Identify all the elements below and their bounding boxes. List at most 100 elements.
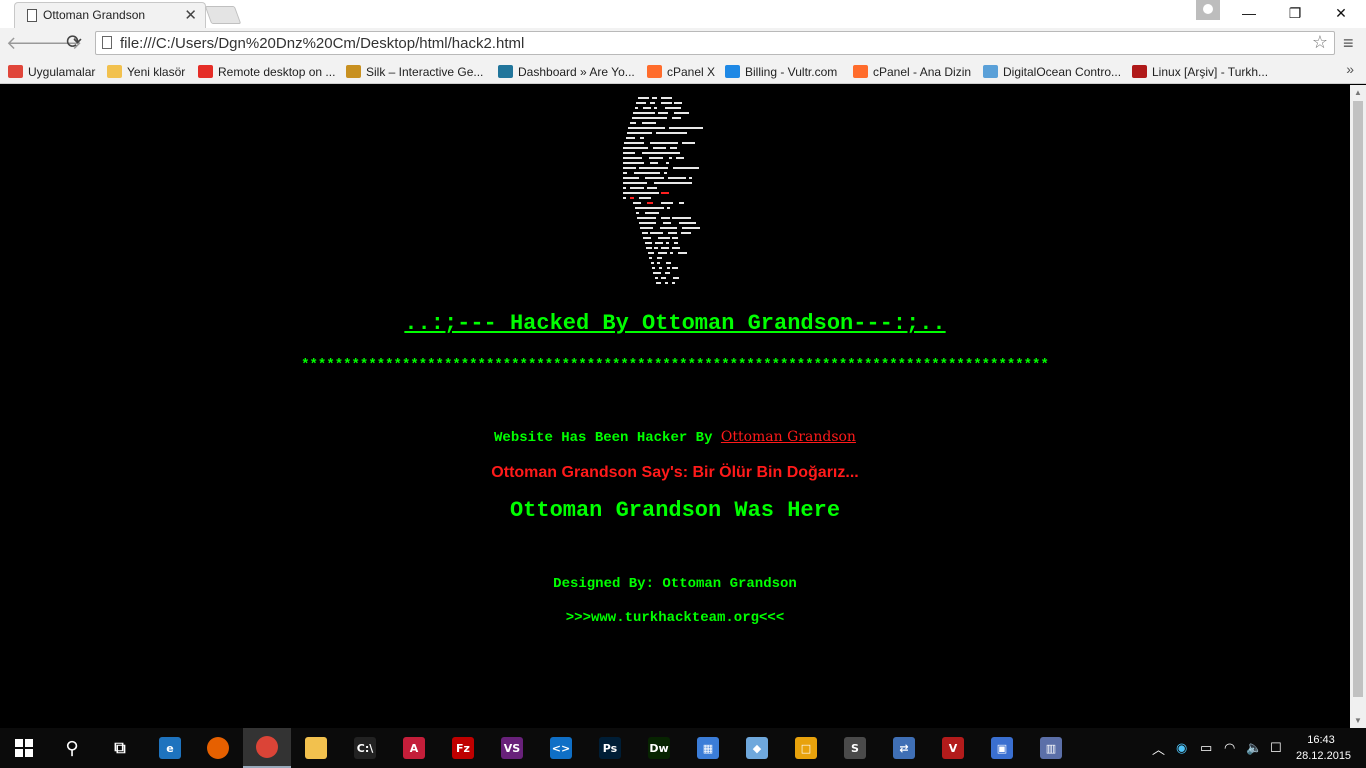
taskbar-vs-code[interactable]: <> — [537, 728, 585, 768]
taskbar-task-view-button[interactable]: ⧉ — [96, 728, 144, 768]
bookmark-item[interactable]: cPanel - Ana Dizin — [853, 63, 971, 80]
vscode-icon: <> — [550, 737, 572, 759]
page-icon — [27, 9, 37, 22]
browser-tab[interactable]: Ottoman Grandson ✕ — [14, 2, 206, 28]
ascii-glyph-run — [672, 217, 691, 219]
scroll-up-arrow-icon[interactable]: ▲ — [1354, 88, 1362, 97]
back-button[interactable]: 🡐 — [6, 32, 54, 54]
bookmark-label: Uygulamalar — [28, 64, 96, 79]
notifications-icon[interactable]: ☐ — [1270, 728, 1282, 768]
ascii-glyph-run — [681, 142, 695, 144]
ascii-glyph-run — [628, 127, 666, 129]
remote-desktop-icon: ▣ — [991, 737, 1013, 759]
hacker-name-link[interactable]: Ottoman Grandson — [721, 429, 856, 445]
ascii-glyph-run — [623, 167, 637, 169]
ascii-glyph-run — [673, 112, 690, 114]
maximize-button[interactable]: ❐ — [1272, 2, 1318, 24]
network-icon: ⇄ — [893, 737, 915, 759]
ascii-glyph-run — [623, 197, 626, 199]
taskbar-visual-studio[interactable]: VS — [488, 728, 536, 768]
taskbar-firefox[interactable] — [194, 728, 242, 768]
ascii-glyph-run — [665, 282, 669, 284]
taskbar-remote-desktop[interactable]: ▣ — [978, 728, 1026, 768]
taskbar-cmd[interactable]: C:\ — [341, 728, 389, 768]
bookmark-item[interactable]: cPanel X — [647, 63, 715, 80]
taskbar-app-window[interactable]: ▥ — [1027, 728, 1075, 768]
taskbar-dreamweaver[interactable]: Dw — [635, 728, 683, 768]
ascii-glyph-run — [667, 177, 687, 179]
taskbar-virtualbox[interactable]: □ — [782, 728, 830, 768]
ascii-glyph-run — [661, 247, 669, 249]
clock[interactable]: 16:43 28.12.2015 — [1296, 732, 1351, 764]
hacked-heading[interactable]: ..:;--- Hacked By Ottoman Grandson---:;.… — [0, 311, 1350, 336]
bookmark-item[interactable]: Billing - Vultr.com — [725, 63, 837, 80]
taskbar-sublime-text[interactable]: S — [831, 728, 879, 768]
forward-button[interactable]: 🡒 — [34, 32, 82, 54]
bookmark-item[interactable]: Yeni klasör — [107, 63, 185, 80]
ascii-glyph-run — [661, 217, 670, 219]
virtualbox-icon: □ — [795, 737, 817, 759]
taskbar-start-button[interactable] — [0, 728, 48, 768]
url-text[interactable]: file:///C:/Users/Dgn%20Dnz%20Cm/Desktop/… — [120, 35, 524, 52]
more-bookmarks-icon[interactable]: » — [1346, 61, 1354, 77]
ascii-glyph-run — [654, 107, 658, 109]
ascii-glyph-run — [641, 232, 648, 234]
taskbar-network-tool[interactable]: ⇄ — [880, 728, 928, 768]
bookmark-star-icon[interactable]: ☆ — [1312, 32, 1328, 53]
address-bar[interactable]: file:///C:/Users/Dgn%20Dnz%20Cm/Desktop/… — [95, 31, 1335, 55]
ascii-glyph-run — [642, 122, 656, 124]
bookmark-item[interactable]: Uygulamalar — [8, 63, 95, 80]
tray-app-icon[interactable]: ◉ — [1176, 728, 1187, 768]
taskbar-chrome[interactable] — [243, 728, 291, 768]
digitalocean-icon — [983, 65, 998, 78]
scroll-down-arrow-icon[interactable]: ▼ — [1354, 716, 1362, 725]
battery-icon[interactable]: ▭ — [1200, 728, 1212, 768]
ascii-glyph-run — [677, 252, 687, 254]
profile-icon[interactable] — [1196, 0, 1220, 20]
taskbar-edge[interactable]: e — [146, 728, 194, 768]
taskbar-visual-cpp[interactable]: V — [929, 728, 977, 768]
ascii-glyph-run — [669, 147, 677, 149]
windows-taskbar: ︿ ◉ ▭ ◠ 🔈 ☐ 16:43 28.12.2015 ⚲ ⧉ e C:\ A Fz VS… — [0, 728, 1366, 768]
close-window-button[interactable]: ✕ — [1318, 2, 1364, 24]
bookmark-item[interactable]: Linux [Arşiv] - Turkh... — [1132, 63, 1268, 80]
vertical-scrollbar[interactable]: ▲ ▼ — [1350, 85, 1366, 728]
ascii-glyph-run — [623, 147, 649, 149]
bookmark-item[interactable]: DigitalOcean Contro... — [983, 63, 1121, 80]
ascii-glyph-run — [674, 242, 679, 244]
minimize-button[interactable]: — — [1226, 2, 1272, 24]
edge-icon: e — [159, 737, 181, 759]
terminal-icon: C:\ — [354, 737, 376, 759]
volume-icon[interactable]: 🔈 — [1246, 728, 1262, 768]
ascii-glyph-run — [641, 152, 681, 154]
tab-close-icon[interactable]: ✕ — [184, 6, 197, 24]
chrome-menu-icon[interactable]: ≡ — [1343, 33, 1354, 54]
ascii-glyph-run — [672, 267, 679, 269]
taskbar-filezilla[interactable]: Fz — [439, 728, 487, 768]
taskbar-photoshop[interactable]: Ps — [586, 728, 634, 768]
ascii-glyph-run — [648, 157, 664, 159]
bookmarks-bar: Uygulamalar Yeni klasör Remote desktop on … — [0, 59, 1366, 84]
taskbar-file-explorer[interactable] — [292, 728, 340, 768]
bookmark-item[interactable]: Remote desktop on ... — [198, 63, 335, 80]
bookmark-item[interactable]: Dashboard » Are Yo... — [498, 63, 635, 80]
taskbar-search-button[interactable]: ⚲ — [48, 728, 96, 768]
ascii-glyph-run — [668, 232, 677, 234]
ascii-glyph-run — [661, 277, 666, 279]
bookmark-item[interactable]: Silk – Interactive Ge... — [346, 63, 483, 80]
wifi-icon[interactable]: ◠ — [1224, 728, 1235, 768]
ascii-glyph-run — [655, 242, 664, 244]
folder-icon — [305, 737, 327, 759]
taskbar-control-panel[interactable]: ▦ — [684, 728, 732, 768]
taskbar-access[interactable]: A — [390, 728, 438, 768]
ascii-glyph-run — [661, 102, 672, 104]
ascii-glyph-run — [624, 142, 645, 144]
new-tab-button[interactable] — [204, 6, 242, 24]
reload-button[interactable]: ⟳ — [63, 32, 85, 54]
ascii-glyph-run — [665, 162, 669, 164]
tray-chevron-icon[interactable]: ︿ — [1152, 728, 1165, 768]
scroll-thumb[interactable] — [1353, 101, 1363, 697]
ascii-glyph-run — [653, 272, 662, 274]
ascii-glyph-run — [661, 192, 669, 194]
taskbar-paint-app[interactable]: ◆ — [733, 728, 781, 768]
